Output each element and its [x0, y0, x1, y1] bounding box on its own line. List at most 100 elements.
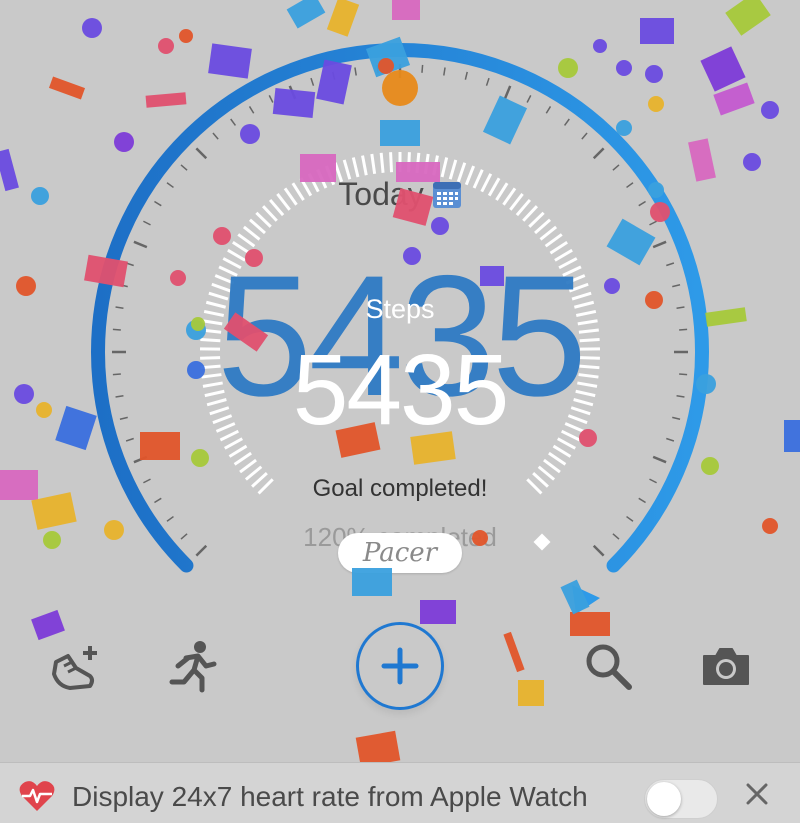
outer-tick [672, 417, 680, 419]
outer-tick [231, 119, 236, 125]
outer-tick [154, 202, 161, 206]
date-selector[interactable]: Today [300, 172, 500, 216]
outer-tick [565, 119, 570, 125]
inner-tick [425, 154, 428, 174]
inner-tick [220, 431, 238, 440]
outer-tick [653, 457, 666, 462]
outer-tick [679, 374, 687, 375]
inner-tick [562, 431, 580, 440]
running-person-icon [164, 638, 220, 694]
outer-tick [672, 285, 680, 287]
outer-tick [167, 183, 173, 188]
search-button[interactable] [576, 634, 640, 698]
outer-tick [653, 242, 666, 247]
outer-tick [465, 72, 467, 80]
outer-tick [181, 534, 187, 539]
plus-icon [380, 646, 420, 686]
outer-tick [377, 65, 378, 73]
outer-tick [154, 498, 161, 502]
outer-tick [290, 86, 295, 99]
outer-tick [120, 285, 128, 287]
outer-tick [505, 86, 510, 99]
inner-tick [535, 220, 550, 233]
camera-icon [700, 644, 752, 688]
outer-tick [679, 329, 687, 330]
outer-tick [181, 165, 187, 170]
search-icon [583, 641, 633, 691]
outer-tick [126, 263, 134, 265]
add-button[interactable] [356, 622, 444, 710]
outer-tick [649, 221, 656, 225]
outer-tick [113, 329, 121, 330]
outer-tick [126, 439, 134, 441]
outer-tick [355, 68, 356, 76]
outer-tick [143, 479, 150, 483]
outer-tick [613, 165, 619, 170]
calendar-icon[interactable] [432, 179, 462, 209]
inner-tick [263, 206, 277, 221]
outer-tick [546, 106, 550, 113]
outer-tick [613, 534, 619, 539]
outer-tick [582, 133, 587, 139]
outer-tick [422, 65, 423, 73]
inner-tick [544, 460, 560, 472]
outer-tick [120, 417, 128, 419]
inner-tick [240, 460, 256, 472]
goal-status: Goal completed! [250, 475, 550, 503]
inner-tick [256, 213, 270, 227]
outer-tick [333, 72, 335, 80]
heart-rate-icon [18, 779, 56, 813]
inner-tick [558, 439, 576, 449]
inner-tick [277, 194, 289, 210]
outer-tick [487, 78, 489, 86]
inner-tick [372, 154, 375, 174]
steps-label: Steps [300, 294, 500, 325]
inner-tick [549, 453, 566, 464]
outer-tick [116, 396, 124, 397]
shoe-plus-icon [46, 636, 106, 696]
outer-tick [527, 95, 531, 102]
inner-tick [229, 446, 246, 456]
bottom-toolbar [0, 620, 800, 710]
outer-tick [639, 498, 646, 502]
inner-tick [553, 446, 570, 456]
inner-tick [381, 153, 383, 173]
outer-tick [196, 148, 206, 158]
inner-tick [417, 153, 419, 173]
activity-button[interactable] [160, 634, 224, 698]
inner-tick [244, 227, 260, 240]
inner-tick [523, 206, 537, 221]
step-count[interactable]: 5435 [240, 335, 560, 445]
outer-tick [116, 307, 124, 308]
inner-tick [285, 188, 297, 204]
pacer-logo: Pacer [338, 533, 462, 573]
outer-tick [167, 517, 173, 522]
heart-rate-toggle[interactable] [644, 779, 718, 819]
inner-tick [250, 220, 265, 233]
add-shoe-button[interactable] [44, 634, 108, 698]
outer-tick [639, 202, 646, 206]
inner-tick [529, 213, 543, 227]
outer-tick [594, 148, 604, 158]
close-icon[interactable] [744, 781, 770, 807]
outer-tick [627, 517, 633, 522]
inner-tick [517, 200, 530, 215]
outer-tick [250, 106, 254, 113]
progress-arrow-icon [572, 585, 600, 614]
outer-tick [311, 78, 313, 86]
outer-tick [134, 242, 147, 247]
outer-tick [213, 133, 218, 139]
inner-tick [510, 194, 522, 210]
outer-tick [677, 307, 685, 308]
outer-tick [649, 479, 656, 483]
inner-tick [408, 152, 409, 172]
inner-tick [270, 200, 283, 215]
inner-tick [391, 152, 392, 172]
outer-tick [444, 68, 445, 76]
outer-tick [134, 457, 147, 462]
outer-tick [113, 374, 121, 375]
date-label: Today [338, 176, 423, 213]
heart-rate-banner[interactable]: Display 24x7 heart rate from Apple Watch [0, 762, 800, 823]
camera-button[interactable] [694, 634, 758, 698]
outer-tick [196, 546, 206, 556]
